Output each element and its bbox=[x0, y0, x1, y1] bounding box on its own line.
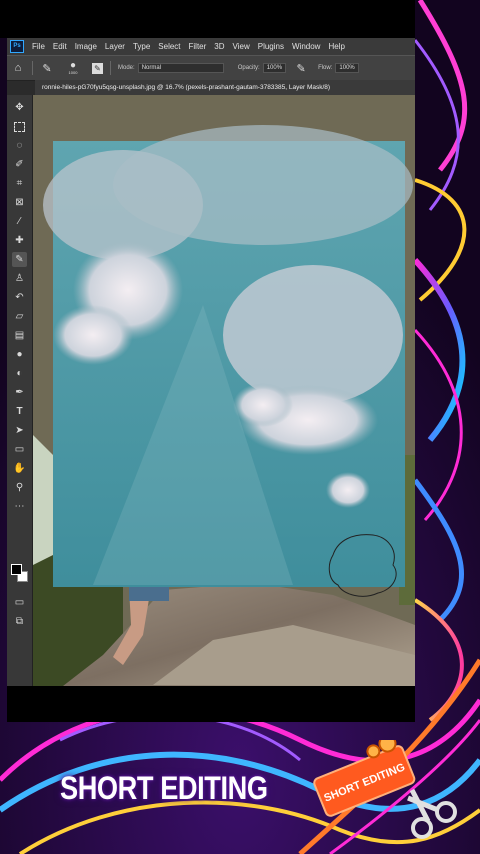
divider bbox=[110, 61, 111, 75]
menu-layer[interactable]: Layer bbox=[101, 42, 129, 51]
mode-label: Mode: bbox=[118, 65, 135, 71]
brush-preset-icon[interactable]: ✎ bbox=[40, 61, 54, 75]
canvas-image bbox=[33, 95, 415, 686]
menu-plugins[interactable]: Plugins bbox=[254, 42, 288, 51]
menu-file[interactable]: File bbox=[28, 42, 49, 51]
gradient-icon[interactable]: ▤ bbox=[12, 328, 27, 343]
screen-mode-icon[interactable]: ⧉ bbox=[12, 614, 27, 629]
eyedropper-icon[interactable]: ⁄ bbox=[12, 214, 27, 229]
video-letterbox-top bbox=[0, 0, 415, 38]
type-icon[interactable]: T bbox=[12, 404, 27, 419]
quick-mask-icon[interactable]: ▭ bbox=[12, 595, 27, 610]
menu-edit[interactable]: Edit bbox=[49, 42, 71, 51]
foreground-color-swatch[interactable] bbox=[11, 564, 22, 575]
blur-icon[interactable]: ● bbox=[12, 347, 27, 362]
tools-panel: ✥ ◌ ✐ ⌗ ⊠ ⁄ ✚ ✎ ♙ ↶ ▱ ▤ ● ◐ ✒ T ➤ ▭ ✋ ⚲ … bbox=[7, 95, 33, 686]
menu-image[interactable]: Image bbox=[71, 42, 101, 51]
menu-3d[interactable]: 3D bbox=[210, 42, 228, 51]
brush-icon[interactable]: ✎ bbox=[12, 252, 27, 267]
options-bar: ⌂ ✎ ● 1000 ✎ Mode: Normal Opacity: 100% … bbox=[7, 55, 415, 81]
scissors-icon bbox=[407, 788, 457, 839]
menu-window[interactable]: Window bbox=[288, 42, 324, 51]
flow-label: Flow: bbox=[318, 65, 333, 71]
menu-type[interactable]: Type bbox=[129, 42, 154, 51]
history-brush-icon[interactable]: ↶ bbox=[12, 290, 27, 305]
opacity-label: Opacity: bbox=[237, 65, 260, 71]
rectangle-icon[interactable]: ▭ bbox=[12, 442, 27, 457]
photoshop-window: Ps File Edit Image Layer Type Select Fil… bbox=[7, 38, 415, 686]
eraser-icon[interactable]: ▱ bbox=[12, 309, 27, 324]
path-select-icon[interactable]: ➤ bbox=[12, 423, 27, 438]
brush-size-value: 1000 bbox=[68, 70, 78, 75]
crop-icon[interactable]: ⌗ bbox=[12, 176, 27, 191]
healing-icon[interactable]: ✚ bbox=[12, 233, 27, 248]
menu-help[interactable]: Help bbox=[324, 42, 348, 51]
quick-select-icon[interactable]: ✐ bbox=[12, 157, 27, 172]
photoshop-logo: Ps bbox=[10, 40, 24, 53]
document-tab[interactable]: ronnie-hiles-pG70fyu5qsg-unsplash.jpg @ … bbox=[35, 80, 415, 95]
stamp-icon[interactable]: ♙ bbox=[12, 271, 27, 286]
brush-settings-icon[interactable]: ✎ bbox=[92, 62, 103, 74]
hand-icon[interactable]: ✋ bbox=[12, 461, 27, 476]
move-icon[interactable]: ✥ bbox=[12, 100, 27, 115]
home-icon[interactable]: ⌂ bbox=[11, 61, 25, 75]
short-editing-badge: SHORT EDITING bbox=[313, 740, 457, 839]
dodge-icon[interactable]: ◐ bbox=[12, 366, 27, 381]
lasso-icon[interactable]: ◌ bbox=[12, 138, 27, 153]
video-caption: SHORT EDITING bbox=[60, 770, 268, 806]
flow-field[interactable]: 100% bbox=[335, 63, 359, 73]
pressure-opacity-icon[interactable]: ✎ bbox=[294, 61, 308, 75]
frame-icon[interactable]: ⊠ bbox=[12, 195, 27, 210]
menu-view[interactable]: View bbox=[229, 42, 254, 51]
marquee-icon[interactable] bbox=[12, 119, 27, 134]
opacity-field[interactable]: 100% bbox=[262, 63, 287, 73]
divider bbox=[32, 61, 33, 75]
pen-icon[interactable]: ✒ bbox=[12, 385, 27, 400]
zoom-icon[interactable]: ⚲ bbox=[12, 480, 27, 495]
brush-size-picker[interactable]: ● 1000 bbox=[62, 61, 84, 76]
document-canvas[interactable] bbox=[33, 95, 415, 686]
menu-filter[interactable]: Filter bbox=[185, 42, 211, 51]
mode-select[interactable]: Normal bbox=[137, 63, 224, 73]
menu-bar: Ps File Edit Image Layer Type Select Fil… bbox=[7, 38, 415, 55]
more-icon[interactable]: ⋯ bbox=[12, 499, 27, 514]
video-letterbox-bottom bbox=[7, 686, 415, 722]
menu-select[interactable]: Select bbox=[154, 42, 184, 51]
